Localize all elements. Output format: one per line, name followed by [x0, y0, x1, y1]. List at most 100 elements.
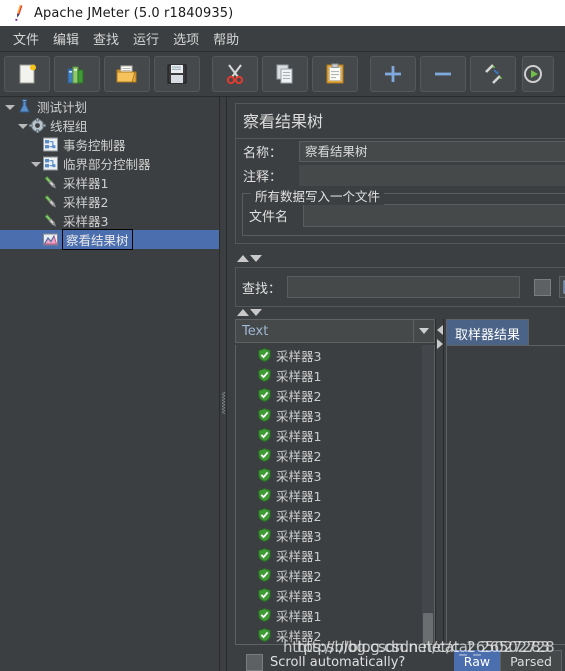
minus-icon — [435, 72, 451, 76]
collapse-arrows-middle[interactable] — [237, 307, 263, 318]
tree-node-sampler-2[interactable]: 采样器2 — [0, 192, 219, 211]
reset-search-button[interactable] — [559, 276, 565, 298]
menu-options[interactable]: 选项 — [166, 26, 206, 51]
collapse-down-icon[interactable] — [250, 255, 262, 262]
result-list-item[interactable]: 采样器1 — [236, 485, 434, 505]
menu-search[interactable]: 查找 — [86, 26, 126, 51]
tree-node-label: 测试计划 — [37, 100, 88, 115]
result-list-item-label: 采样器1 — [276, 368, 322, 384]
tab-sampler-result[interactable]: 取样器结果 — [446, 319, 530, 348]
results-list[interactable]: 采样器3 采样器1 采样器2 采样器3 采样器1 采样器2 采样器3 采样器1 采样器2 采样器3… — [235, 345, 435, 645]
templates-books-icon — [67, 66, 84, 84]
new-button[interactable] — [4, 56, 50, 92]
results-scroll-thumb[interactable] — [423, 613, 433, 643]
results-area: Text 采样器3 采样器1 采样器2 采样器3 采样器1 采样器2 采样器3 采样器1 采样器… — [235, 319, 565, 671]
tree-node-view-results-tree[interactable]: 察看结果树 — [0, 229, 219, 250]
result-list-item[interactable]: 采样器2 — [236, 625, 434, 644]
filename-label: 文件名 — [249, 210, 289, 225]
tree-node-sampler-3[interactable]: 采样器3 — [0, 211, 219, 230]
templates-button[interactable] — [54, 56, 100, 92]
name-input[interactable]: 察看结果树 — [299, 141, 565, 162]
collapse-down-icon[interactable] — [250, 309, 262, 316]
result-list-item[interactable]: 采样器3 — [236, 405, 434, 425]
page-title: 察看结果树 — [236, 104, 565, 139]
render-combo-value: Text — [242, 323, 269, 339]
result-list-item[interactable]: 采样器2 — [236, 445, 434, 465]
menu-edit[interactable]: 编辑 — [46, 26, 86, 51]
name-field-row: 名称： 察看结果树 — [236, 139, 565, 164]
search-input[interactable] — [287, 276, 521, 298]
results-split-divider[interactable] — [435, 319, 444, 645]
comment-input[interactable] — [299, 165, 565, 186]
tree-node-critical-section-controller[interactable]: 临界部分控制器 — [0, 154, 219, 173]
menu-help[interactable]: 帮助 — [206, 26, 246, 51]
expand-toggle-icon[interactable] — [17, 120, 29, 132]
config-box: 察看结果树 名称： 察看结果树 注释： 所有数据写入一个文件 文件名 — [235, 103, 565, 244]
search-bar: 查找： — [235, 267, 565, 307]
copy-button[interactable] — [262, 56, 308, 92]
filename-input[interactable] — [303, 204, 565, 227]
result-list-item[interactable]: 采样器3 — [236, 345, 434, 365]
result-list-item-label: 采样器1 — [276, 548, 322, 564]
split-left-arrow-icon[interactable] — [437, 325, 443, 335]
result-list-item[interactable]: 采样器3 — [236, 585, 434, 605]
result-list-item-label: 采样器3 — [276, 588, 322, 604]
render-combo[interactable]: Text — [235, 319, 435, 343]
paste-button[interactable] — [312, 56, 358, 92]
result-list-item-label: 采样器2 — [276, 628, 322, 644]
result-list-item[interactable]: 采样器3 — [236, 465, 434, 485]
success-shield-icon — [258, 468, 271, 482]
sampler-icon — [42, 194, 59, 209]
result-list-item[interactable]: 采样器3 — [236, 525, 434, 545]
title-bar: Apache JMeter (5.0 r1840935) — [0, 0, 565, 27]
results-scrollbar[interactable] — [422, 345, 434, 644]
success-shield-icon — [258, 348, 271, 362]
success-shield-icon — [258, 448, 271, 462]
result-list-item[interactable]: 采样器1 — [236, 605, 434, 625]
test-plan-tree[interactable]: 测试计划 线程组 事务控制器 临界部分控制器 采样器1 采样器2 采样器3 察看… — [0, 97, 219, 671]
tree-node-test-plan[interactable]: 测试计划 — [0, 97, 219, 116]
chevron-down-icon[interactable] — [413, 320, 434, 342]
parsed-button[interactable]: Parsed — [500, 650, 562, 671]
jmeter-feather-icon — [8, 3, 30, 23]
raw-parsed-toggle: Raw Parsed — [453, 650, 562, 671]
collapse-up-icon[interactable] — [237, 309, 249, 316]
raw-button[interactable]: Raw — [453, 650, 501, 671]
menu-file[interactable]: 文件 — [6, 26, 46, 51]
result-list-item[interactable]: 采样器2 — [236, 505, 434, 525]
cut-button[interactable] — [212, 56, 258, 92]
scroll-automatically-row[interactable]: Scroll automatically? — [246, 653, 405, 671]
expand-toggle-icon[interactable] — [4, 101, 16, 113]
menu-run[interactable]: 运行 — [126, 26, 166, 51]
toggle-pencils-icon — [485, 64, 503, 84]
collapse-all-button[interactable] — [420, 56, 466, 92]
expand-toggle-icon[interactable] — [30, 158, 42, 170]
save-button[interactable] — [154, 56, 200, 92]
tree-node-sampler-1[interactable]: 采样器1 — [0, 173, 219, 192]
split-right-arrow-icon[interactable] — [437, 339, 443, 349]
search-label: 查找： — [242, 281, 282, 297]
toggle-button[interactable] — [470, 56, 516, 92]
tree-node-transaction-controller[interactable]: 事务控制器 — [0, 135, 219, 154]
collapse-up-icon[interactable] — [237, 255, 249, 262]
result-list-item[interactable]: 采样器1 — [236, 545, 434, 565]
sampler-result-body[interactable] — [446, 345, 565, 645]
expand-all-button[interactable] — [370, 56, 416, 92]
tree-node-thread-group[interactable]: 线程组 — [0, 116, 219, 135]
name-label: 名称： — [243, 146, 283, 161]
tree-node-label: 采样器1 — [63, 176, 109, 191]
main-split-divider[interactable] — [219, 97, 227, 671]
case-sensitive-checkbox[interactable] — [534, 278, 552, 296]
view-results-tree-icon — [42, 232, 59, 247]
result-list-item[interactable]: 采样器1 — [236, 425, 434, 445]
result-list-item[interactable]: 采样器2 — [236, 565, 434, 585]
collapse-arrows-top[interactable] — [237, 253, 263, 264]
start-button[interactable] — [522, 56, 554, 92]
result-list-item[interactable]: 采样器2 — [236, 385, 434, 405]
view-results-tree-panel: 察看结果树 名称： 察看结果树 注释： 所有数据写入一个文件 文件名 查找： T… — [228, 97, 565, 671]
comment-field-row: 注释： — [236, 164, 565, 187]
scissors-icon — [226, 64, 244, 85]
result-list-item[interactable]: 采样器1 — [236, 365, 434, 385]
open-button[interactable] — [104, 56, 150, 92]
scroll-automatically-checkbox[interactable] — [246, 653, 263, 671]
